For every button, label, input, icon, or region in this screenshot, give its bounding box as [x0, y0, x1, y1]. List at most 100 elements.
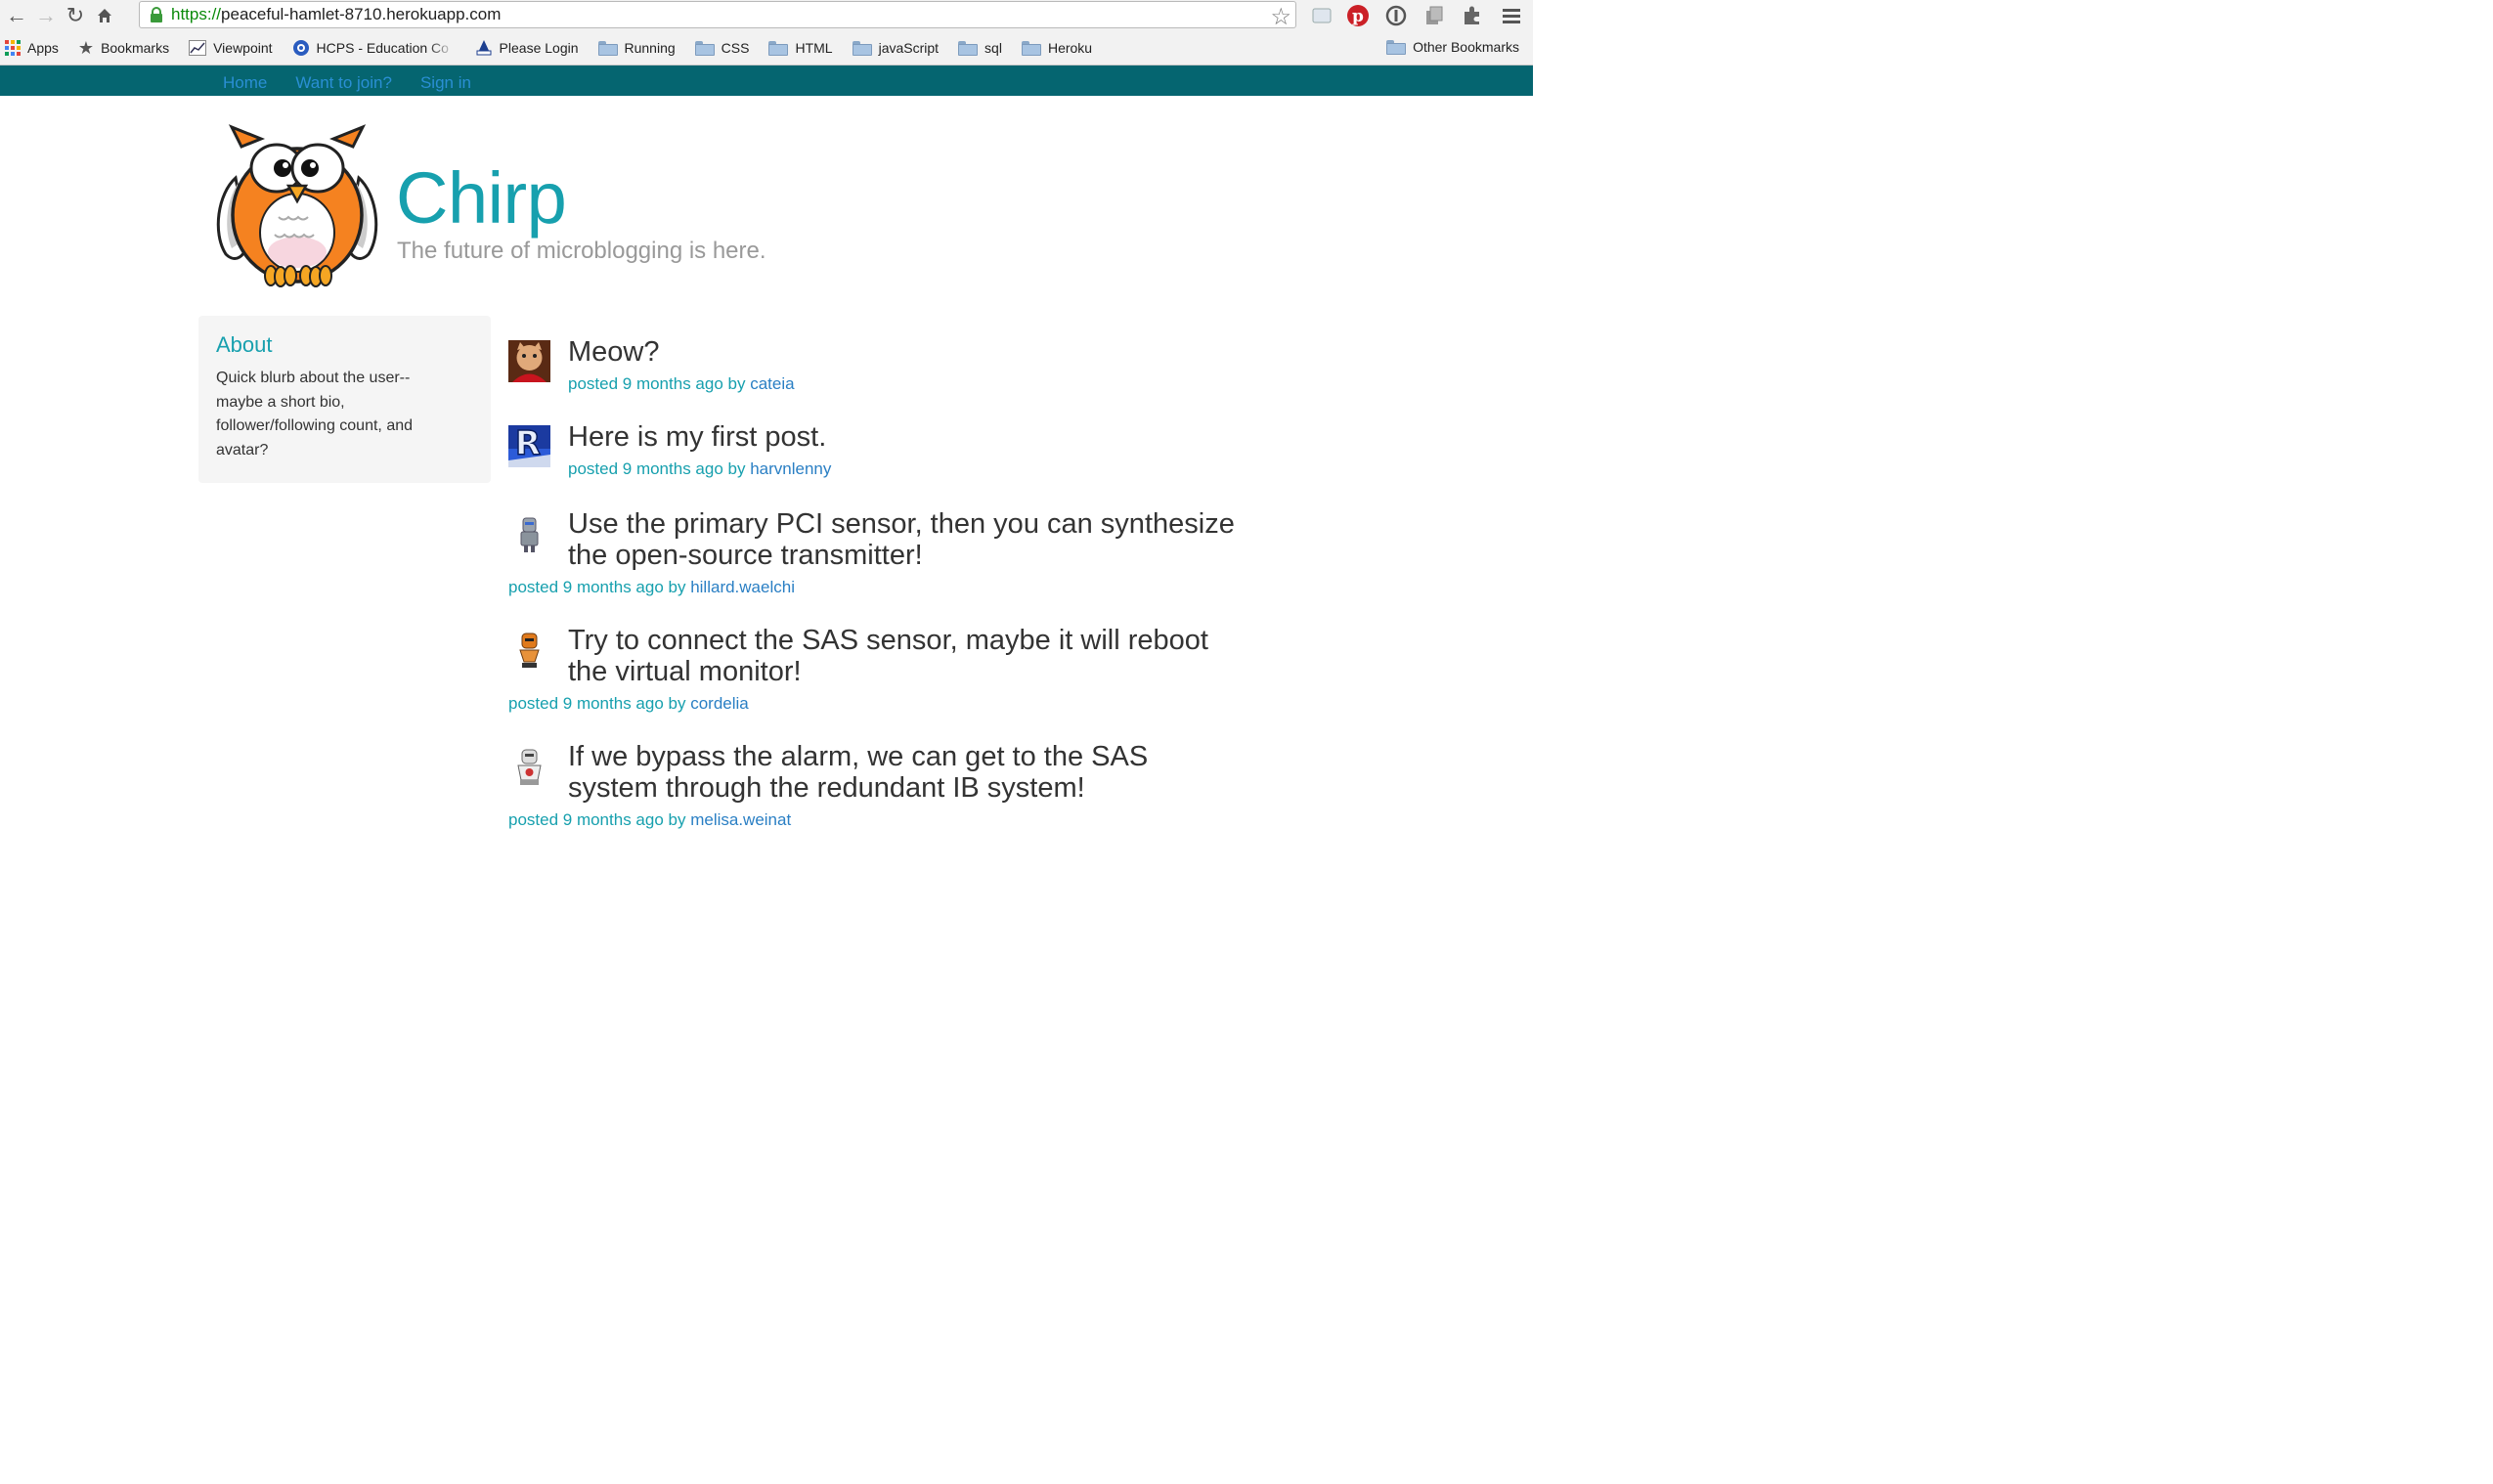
bookmark-label: Heroku: [1047, 40, 1093, 56]
post-text-line: the virtual monitor!: [568, 656, 802, 687]
forward-icon[interactable]: →: [31, 1, 61, 30]
post-timestamp: posted 9 months ago by: [568, 459, 746, 478]
url-scheme: https://: [171, 5, 222, 23]
bookmark-hcps[interactable]: HCPS - Education Co: [292, 39, 456, 57]
other-bookmarks-label: Other Bookmarks: [1413, 39, 1519, 55]
back-icon[interactable]: ←: [2, 1, 31, 30]
url-text: https://peaceful-hamlet-8710.herokuapp.c…: [171, 5, 501, 24]
post-author-link[interactable]: cateia: [750, 374, 794, 393]
site-header: Chirp The future of microblogging is her…: [0, 96, 1533, 317]
robot-avatar[interactable]: [508, 512, 550, 554]
about-line: maybe a short bio,: [216, 393, 345, 411]
post-timestamp: posted 9 months ago by: [508, 810, 686, 829]
bookmark-label: sql: [984, 40, 1002, 56]
folder-icon: [597, 40, 618, 56]
home-icon[interactable]: [90, 1, 119, 30]
post-meta: posted 9 months ago by cateia: [568, 374, 1271, 394]
svg-text:p: p: [1352, 7, 1364, 26]
post-author-link[interactable]: harvnlenny: [750, 459, 831, 478]
post-text: Try to connect the SAS sensor, maybe it …: [568, 625, 1271, 687]
bookmark-folder-html[interactable]: HTML: [768, 40, 833, 56]
owl-logo-icon: [216, 124, 378, 287]
url-host: peaceful-hamlet-8710.herokuapp.com: [221, 5, 502, 23]
bookmark-bookmarks[interactable]: ★ Bookmarks: [78, 38, 169, 59]
bookmark-folder-css[interactable]: CSS: [694, 40, 750, 56]
lock-icon: [146, 4, 167, 25]
post-feed: Meow? posted 9 months ago by cateia R He…: [508, 336, 1271, 857]
post-meta: posted 9 months ago by hillard.waelchi: [508, 578, 1271, 597]
nav-join-link[interactable]: Want to join?: [295, 70, 392, 96]
about-heading: About: [216, 332, 273, 357]
viewpoint-icon: [189, 40, 207, 56]
post-meta: posted 9 months ago by harvnlenny: [568, 459, 1271, 479]
folder-icon: [1021, 40, 1041, 56]
extensions-puzzle-icon[interactable]: [1459, 2, 1486, 29]
post-text-line: the open-source transmitter!: [568, 540, 923, 571]
folder-icon: [768, 40, 789, 56]
bookmark-label: Bookmarks: [101, 40, 170, 56]
folder-icon: [958, 40, 979, 56]
password-manager-icon[interactable]: [1382, 2, 1410, 29]
post-timestamp: posted 9 months ago by: [508, 694, 686, 713]
post-text-line: If we bypass the alarm, we can get to th…: [568, 741, 1149, 772]
star-icon: ★: [77, 37, 95, 58]
nav-sign-in-link[interactable]: Sign in: [420, 70, 471, 96]
about-line: Quick blurb about the user--: [216, 370, 411, 386]
bookmark-star-icon[interactable]: ☆: [1270, 3, 1291, 31]
bookmark-label: HTML: [795, 40, 833, 56]
pinterest-icon[interactable]: p: [1344, 2, 1372, 29]
robot-avatar[interactable]: [508, 629, 550, 671]
folder-icon: [694, 40, 715, 56]
post-text: Use the primary PCI sensor, then you can…: [568, 508, 1271, 571]
login-icon: [475, 39, 493, 57]
menu-hamburger-icon[interactable]: [1498, 2, 1525, 29]
post-item: If we bypass the alarm, we can get to th…: [508, 741, 1271, 857]
post-item: Try to connect the SAS sensor, maybe it …: [508, 625, 1271, 741]
post-text: If we bypass the alarm, we can get to th…: [568, 741, 1271, 804]
cast-extension-icon[interactable]: [1308, 2, 1335, 29]
reload-icon[interactable]: ↻: [61, 1, 90, 30]
about-line: avatar?: [216, 441, 269, 458]
about-panel: About Quick blurb about the user-- maybe…: [198, 316, 491, 483]
bookmark-label: Viewpoint: [213, 40, 273, 56]
bookmark-label: Running: [624, 40, 676, 56]
letter-r-avatar[interactable]: R: [508, 425, 550, 467]
about-line: follower/following count, and: [216, 417, 414, 434]
post-text-line: system through the redundant IB system!: [568, 772, 1085, 804]
post-timestamp: posted 9 months ago by: [568, 374, 746, 393]
bookmark-label: CSS: [721, 40, 750, 56]
copy-extension-icon[interactable]: [1421, 2, 1448, 29]
cat-avatar[interactable]: [508, 340, 550, 382]
post-author-link[interactable]: melisa.weinat: [690, 810, 791, 829]
post-text-line: Try to connect the SAS sensor, maybe it …: [568, 625, 1208, 656]
bookmark-folder-heroku[interactable]: Heroku: [1021, 40, 1093, 56]
browser-toolbar: ← → ↻ https://peaceful-hamlet-8710.herok…: [0, 0, 1533, 31]
folder-icon: [852, 40, 872, 56]
other-bookmarks-folder[interactable]: Other Bookmarks: [1386, 39, 1519, 55]
post-author-link[interactable]: hillard.waelchi: [690, 578, 795, 596]
nav-home-link[interactable]: Home: [223, 70, 267, 96]
bookmark-folder-javascript[interactable]: javaScript: [852, 40, 940, 56]
site-navbar: Home Want to join? Sign in: [0, 65, 1533, 96]
post-item: Use the primary PCI sensor, then you can…: [508, 508, 1271, 625]
address-bar[interactable]: https://peaceful-hamlet-8710.herokuapp.c…: [139, 1, 1296, 31]
bookmark-folder-running[interactable]: Running: [597, 40, 676, 56]
bookmark-label: javaScript: [878, 40, 940, 56]
robot-avatar[interactable]: [508, 745, 550, 787]
post-text: Here is my first post.: [568, 421, 827, 453]
bookmark-viewpoint[interactable]: Viewpoint: [189, 40, 273, 56]
post-author-link[interactable]: cordelia: [690, 694, 749, 713]
apps-grid-icon: [5, 40, 21, 56]
bookmark-please-login[interactable]: Please Login: [475, 39, 579, 57]
bookmarks-bar: Apps ★ Bookmarks Viewpoint HCPS - Educat…: [0, 31, 1533, 65]
hcps-icon: [292, 39, 310, 57]
post-meta: posted 9 months ago by cordelia: [508, 694, 1271, 714]
post-meta: posted 9 months ago by melisa.weinat: [508, 810, 1271, 830]
post-text: Meow?: [568, 336, 660, 368]
bookmark-apps[interactable]: Apps: [5, 40, 59, 56]
bookmark-folder-sql[interactable]: sql: [958, 40, 1002, 56]
post-item: R Here is my first post. posted 9 months…: [508, 421, 1271, 508]
site-title: Chirp: [396, 157, 567, 239]
bookmark-label: Apps: [27, 40, 59, 56]
folder-icon: [1386, 39, 1407, 55]
